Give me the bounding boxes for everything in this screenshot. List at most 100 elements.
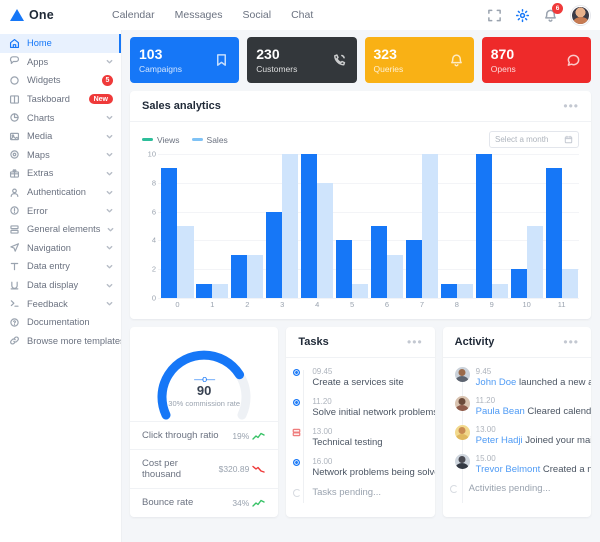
bar-sales[interactable]	[352, 283, 369, 298]
sidebar-label: Extras	[27, 168, 54, 179]
bar-group[interactable]	[370, 154, 405, 298]
y-axis: 0 2 4 6 8 10	[142, 150, 158, 303]
bar-sales[interactable]	[212, 283, 229, 298]
bar-group[interactable]	[230, 154, 265, 298]
bar-views[interactable]	[510, 269, 527, 298]
bar-sales[interactable]	[456, 283, 473, 298]
sidebar-item-browse-more-templates[interactable]: Browse more templates	[0, 332, 121, 351]
card-header: Tasks •••	[286, 327, 435, 358]
x-tick: 0	[175, 300, 180, 309]
topnav-item-social[interactable]: Social	[242, 9, 271, 21]
sidebar-item-apps[interactable]: Apps	[0, 53, 121, 72]
display-icon	[10, 281, 19, 289]
legend-item-views[interactable]: Views	[142, 135, 180, 145]
stat-card-queries[interactable]: 323 Queries	[364, 37, 474, 83]
sidebar-item-widgets[interactable]: Widgets 5	[0, 71, 121, 90]
bar-views[interactable]	[370, 226, 387, 298]
bar-views[interactable]	[196, 283, 213, 298]
month-select-input[interactable]: Select a month	[489, 131, 579, 148]
sidebar-item-data-display[interactable]: Data display	[0, 276, 121, 295]
sidebar-item-authentication[interactable]: Authentication	[0, 183, 121, 202]
stat-card-campaigns[interactable]: 103 Campaigns	[130, 37, 240, 83]
task-item[interactable]: 16.00 Network problems being solved	[291, 457, 435, 478]
notifications[interactable]: 6	[543, 2, 563, 23]
bar-views[interactable]	[336, 240, 353, 298]
sidebar-item-general-elements[interactable]: General elements	[0, 220, 121, 239]
activity-user[interactable]: Paula Bean	[476, 406, 525, 417]
logo-triangle-icon	[10, 9, 24, 21]
bar-sales[interactable]	[491, 283, 508, 298]
sidebar-item-media[interactable]: Media	[0, 127, 121, 146]
bar-views[interactable]	[475, 154, 492, 298]
bar-sales[interactable]	[561, 269, 578, 298]
activity-item[interactable]: 11.20 Paula Bean Cleared calendar e...	[454, 396, 591, 417]
sidebar-label: Media	[27, 131, 53, 142]
activity-user[interactable]: John Doe	[476, 377, 517, 388]
activity-desc: Created a new ...	[542, 464, 591, 475]
sidebar-label: Feedback	[27, 298, 68, 309]
activity-user[interactable]: Peter Hadji	[476, 435, 523, 446]
fullscreen-icon[interactable]	[487, 8, 502, 23]
activity-item[interactable]: 13.00 Peter Hadji Joined your mailing...	[454, 425, 591, 446]
sidebar-item-home[interactable]: Home	[0, 34, 121, 53]
bar-views[interactable]	[161, 168, 178, 298]
bar-group[interactable]	[335, 154, 370, 298]
activity-item[interactable]: 15.00 Trevor Belmont Created a new ...	[454, 454, 591, 475]
bar-group[interactable]	[439, 154, 474, 298]
topnav-item-chat[interactable]: Chat	[291, 9, 313, 21]
sidebar-item-navigation[interactable]: Navigation	[0, 239, 121, 258]
bar-views[interactable]	[545, 168, 562, 298]
x-tick: 8	[454, 300, 459, 309]
sidebar-item-taskboard[interactable]: Taskboard New	[0, 90, 121, 109]
bar-group[interactable]	[265, 154, 300, 298]
bar-group[interactable]	[509, 154, 544, 298]
sidebar-item-charts[interactable]: Charts	[0, 108, 121, 127]
card-menu-button[interactable]: •••	[407, 336, 423, 348]
bar-sales[interactable]	[421, 154, 438, 298]
activity-desc: Cleared calendar e...	[527, 406, 591, 417]
sidebar-item-data-entry[interactable]: Data entry	[0, 257, 121, 276]
stat-card-opens[interactable]: 870 Opens	[481, 37, 591, 83]
task-item[interactable]: 11.20 Solve initial network problems	[291, 397, 435, 418]
bar-sales[interactable]	[177, 226, 194, 298]
bar-sales[interactable]	[247, 254, 264, 298]
bar-views[interactable]	[440, 283, 457, 298]
bar-sales[interactable]	[317, 182, 334, 298]
avatar[interactable]	[571, 5, 590, 25]
bar-views[interactable]	[231, 254, 248, 298]
media-icon	[9, 132, 20, 140]
stat-card-customers[interactable]: 230 Customers	[247, 37, 357, 83]
bar-views[interactable]	[405, 240, 422, 298]
task-item[interactable]: 13.00 Technical testing	[291, 427, 422, 448]
sidebar-item-feedback[interactable]: Feedback	[0, 294, 121, 313]
bar-sales[interactable]	[386, 254, 404, 298]
bar-group[interactable]	[544, 154, 579, 298]
topnav-item-calendar[interactable]: Calendar	[112, 9, 155, 21]
card-menu-button[interactable]: •••	[563, 336, 579, 348]
chart-bars	[160, 154, 579, 298]
bar-sales[interactable]	[282, 154, 299, 298]
topnav-item-messages[interactable]: Messages	[175, 9, 223, 21]
sidebar-item-error[interactable]: Error	[0, 201, 121, 220]
task-time: 13.00	[312, 427, 333, 436]
activity-item[interactable]: 9.45 John Doe launched a new appli...	[454, 367, 591, 388]
bar-views[interactable]	[301, 154, 318, 298]
bar-group[interactable]	[160, 154, 195, 298]
bar-group[interactable]	[404, 154, 439, 298]
bar-sales[interactable]	[526, 226, 543, 298]
sidebar-item-extras[interactable]: Extras	[0, 164, 121, 183]
sidebar-item-documentation[interactable]: Documentation	[0, 313, 121, 332]
card-menu-button[interactable]: •••	[563, 100, 579, 112]
sidebar-item-maps[interactable]: Maps	[0, 146, 121, 165]
legend-item-sales[interactable]: Sales	[191, 135, 228, 145]
activity-time: 11.20	[475, 396, 496, 405]
bar-group[interactable]	[474, 154, 509, 298]
bar-group[interactable]	[195, 154, 230, 298]
bar-views[interactable]	[266, 211, 283, 298]
activity-user[interactable]: Trevor Belmont	[476, 464, 541, 475]
bar-group[interactable]	[300, 154, 335, 298]
brand[interactable]: One	[10, 8, 106, 22]
task-item[interactable]: 09.45 Create a services site	[291, 367, 422, 388]
x-tick: 4	[315, 300, 320, 309]
gear-icon[interactable]	[515, 8, 530, 23]
